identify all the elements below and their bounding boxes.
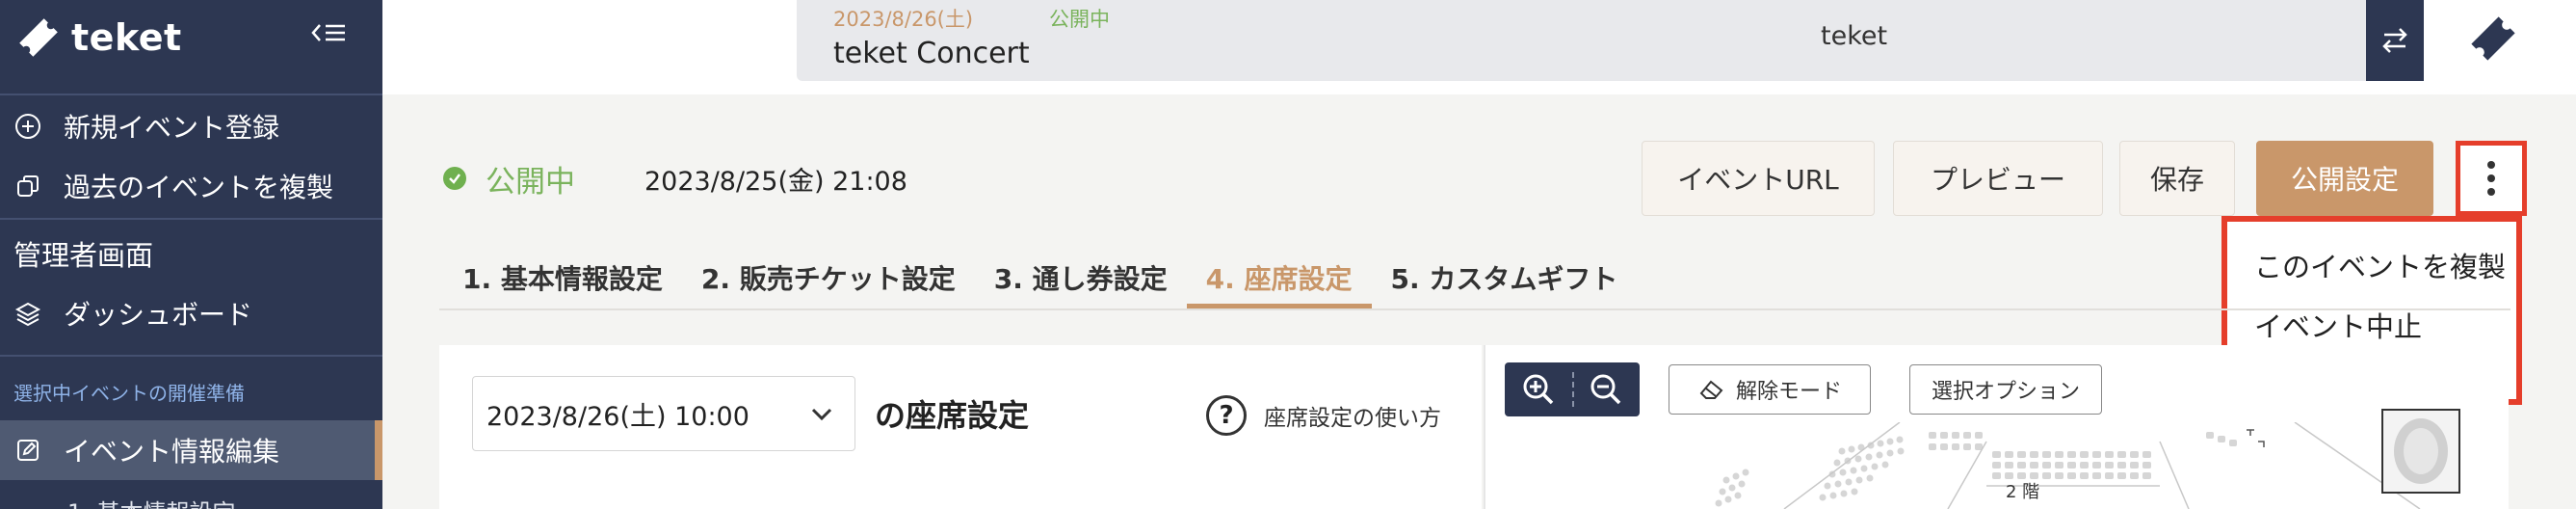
seat-map[interactable] xyxy=(1669,422,2497,509)
sidebar-item-label: ダッシュボード xyxy=(64,299,253,331)
sidebar-item-new-event[interactable]: 新規イベント登録 xyxy=(0,96,382,156)
zoom-out-button[interactable] xyxy=(1572,362,1640,416)
seat-help-link[interactable]: ? 座席設定の使い方 xyxy=(1206,395,1441,436)
organization-name: teket xyxy=(1821,21,1888,51)
layers-icon xyxy=(13,299,42,328)
event-status: 公開中 xyxy=(1049,8,1110,31)
seat-settings-panel: 2023/8/26(土) 10:00 の座席設定 ? 座席設定の使い方 xyxy=(439,345,1482,509)
seat-map-panel: 解除モード 選択オプション 2 階 xyxy=(1484,345,2509,509)
status-label: 公開中 xyxy=(486,164,575,200)
ticket-icon[interactable] xyxy=(2464,10,2522,67)
event-name: teket Concert xyxy=(833,37,1030,70)
chevron-down-icon xyxy=(811,408,832,421)
zoom-out-icon xyxy=(1590,374,1621,405)
zoom-in-icon xyxy=(1523,374,1554,405)
zoom-divider xyxy=(1572,372,1574,407)
tab-season-pass[interactable]: 3. 通し券設定 xyxy=(975,247,1187,308)
floor-label: 2 階 xyxy=(2006,482,2040,502)
tab-basic-info[interactable]: 1. 基本情報設定 xyxy=(443,247,682,308)
collapse-sidebar-icon[interactable] xyxy=(310,17,349,56)
release-mode-label: 解除モード xyxy=(1735,380,1842,404)
switch-organization-button[interactable] xyxy=(2366,0,2424,81)
zoom-in-button[interactable] xyxy=(1505,362,1572,416)
tab-divider xyxy=(439,308,2510,310)
sidebar-item-edit-event[interactable]: イベント情報編集 xyxy=(0,420,382,480)
sidebar: teket 新規イベント登録 過去のイベントを複製 管理者画面 ダッシュボード … xyxy=(0,0,382,509)
sidebar-divider xyxy=(0,218,382,220)
event-date: 2023/8/26(土) xyxy=(833,8,974,31)
logo[interactable]: teket xyxy=(13,13,182,62)
event-url-button[interactable]: イベントURL xyxy=(1642,141,1875,216)
sidebar-item-label: 過去のイベントを複製 xyxy=(64,172,334,203)
status-datetime: 2023/8/25(金) 21:08 xyxy=(644,166,907,197)
release-mode-button[interactable]: 解除モード xyxy=(1669,364,1871,415)
tab-tickets[interactable]: 2. 販売チケット設定 xyxy=(682,247,975,308)
select-option-button[interactable]: 選択オプション xyxy=(1909,364,2102,415)
zoom-controls xyxy=(1505,362,1640,416)
seat-settings-title: の座席設定 xyxy=(875,397,1030,434)
check-circle-icon xyxy=(443,167,466,190)
sidebar-item-duplicate-past[interactable]: 過去のイベントを複製 xyxy=(0,156,382,216)
swap-icon xyxy=(2382,28,2407,53)
settings-tabs: 1. 基本情報設定 2. 販売チケット設定 3. 通し券設定 4. 座席設定 5… xyxy=(443,247,1637,308)
sidebar-section-title: 選択中イベントの開催準備 xyxy=(13,382,245,405)
publish-status: 公開中 2023/8/25(金) 21:08 xyxy=(443,159,907,200)
edit-icon xyxy=(13,436,42,465)
help-text: 座席設定の使い方 xyxy=(1264,406,1441,431)
copy-icon xyxy=(13,172,42,201)
sidebar-item-dashboard[interactable]: ダッシュボード xyxy=(0,283,382,343)
ticket-logo-icon xyxy=(19,18,58,57)
sidebar-item-label: 新規イベント登録 xyxy=(64,112,280,144)
eraser-icon xyxy=(1699,380,1723,399)
tab-seats[interactable]: 4. 座席設定 xyxy=(1186,247,1372,308)
more-options-button[interactable] xyxy=(2456,141,2527,216)
menu-item-duplicate[interactable]: このイベントを複製 xyxy=(2227,235,2516,295)
preview-button[interactable]: プレビュー xyxy=(1893,141,2103,216)
question-icon: ? xyxy=(1206,395,1247,436)
sidebar-item-label: イベント情報編集 xyxy=(64,436,280,468)
more-vertical-icon xyxy=(2487,161,2495,196)
sidebar-divider xyxy=(0,94,382,95)
save-button[interactable]: 保存 xyxy=(2119,141,2235,216)
logo-text: teket xyxy=(71,16,182,59)
event-select[interactable]: 2023/8/26(土) 公開中 teket Concert xyxy=(797,0,1866,81)
publish-settings-button[interactable]: 公開設定 xyxy=(2256,141,2433,216)
sidebar-subitem-basic[interactable]: 1. 基本情報設定 xyxy=(67,494,236,509)
seat-map-thumbnail[interactable] xyxy=(2381,409,2460,494)
sidebar-divider xyxy=(0,355,382,357)
performance-date-value: 2023/8/26(土) 10:00 xyxy=(486,401,749,432)
plus-circle-icon xyxy=(13,112,42,141)
active-indicator xyxy=(375,420,382,480)
tab-custom-gift[interactable]: 5. カスタムギフト xyxy=(1372,247,1638,308)
organization-field[interactable]: teket xyxy=(1782,0,2366,81)
sidebar-item-admin[interactable]: 管理者画面 xyxy=(13,233,153,274)
performance-date-select[interactable]: 2023/8/26(土) 10:00 xyxy=(472,376,855,451)
